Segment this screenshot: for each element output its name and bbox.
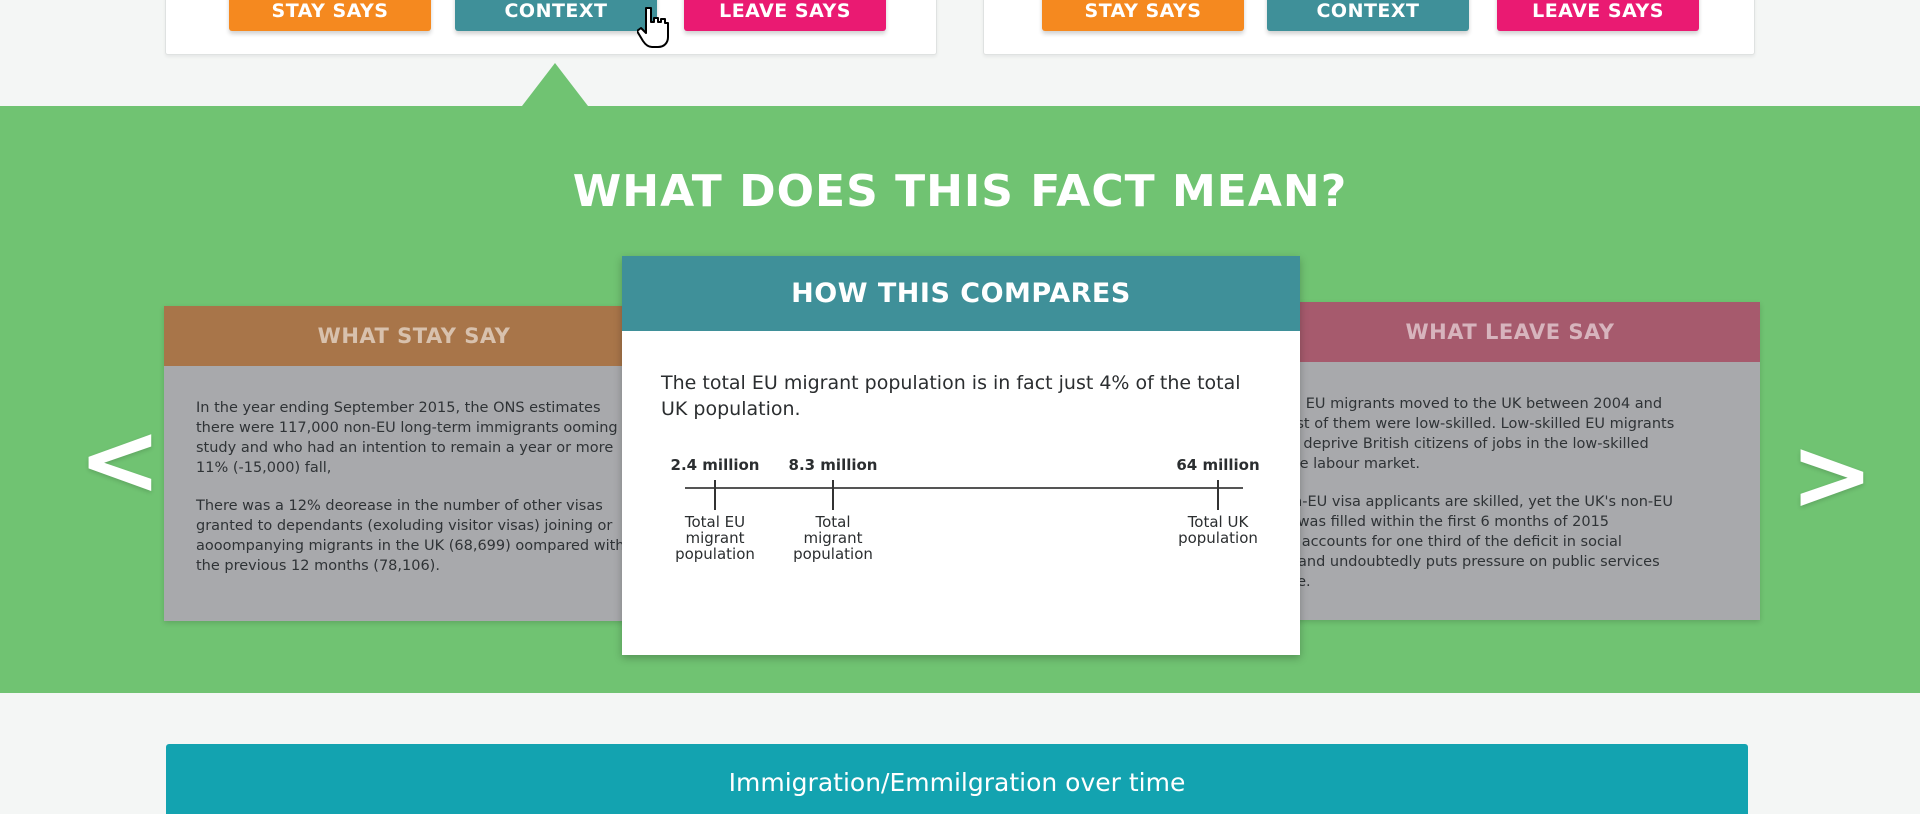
timeline-tick-total-migrant — [832, 480, 834, 510]
top-card-right: STAY SAYS CONTEXT LEAVE SAYS — [983, 0, 1755, 55]
immigration-over-time-title: Immigration/Emmilgration over time — [728, 768, 1186, 797]
timeline-value-total-migrant: 8.3 million — [788, 456, 878, 474]
timeline-axis — [685, 487, 1243, 489]
stay-paragraph-2: There was a 12% deorease in the number o… — [196, 498, 625, 574]
stay-card-body: In the year ending September 2015, the O… — [164, 366, 664, 576]
timeline-label-uk: Total UK population — [1178, 513, 1258, 547]
stay-says-button[interactable]: STAY SAYS — [229, 0, 431, 31]
timeline-tick-uk — [1217, 480, 1219, 510]
stay-card-title: WHAT STAY SAY — [164, 306, 664, 366]
timeline-value-uk: 64 million — [1176, 456, 1260, 474]
stay-says-button[interactable]: STAY SAYS — [1042, 0, 1244, 31]
timeline-tick-eu — [714, 480, 716, 510]
context-button[interactable]: CONTEXT — [1267, 0, 1469, 31]
compare-card-title: HOW THIS COMPARES — [622, 256, 1300, 331]
leave-paragraph-1: lion EU migrants moved to the UK between… — [1275, 396, 1675, 472]
stay-card[interactable]: WHAT STAY SAY In the year ending Septemb… — [164, 306, 664, 621]
stay-paragraph-1: In the year ending September 2015, the O… — [196, 400, 618, 476]
population-timeline: 2.4 million Total EU migrant population … — [622, 456, 1300, 596]
immigration-over-time-panel: Immigration/Emmilgration over time — [166, 744, 1748, 814]
carousel-prev-arrow-icon[interactable]: < — [78, 410, 162, 510]
timeline-value-eu: 2.4 million — [670, 456, 760, 474]
top-card-left: STAY SAYS CONTEXT LEAVE SAYS — [165, 0, 937, 55]
leave-paragraph-2: non-EU visa applicants are skilled, yet … — [1275, 494, 1673, 590]
timeline-label-total-migrant: Total migrant population — [793, 513, 873, 563]
how-this-compares-card: HOW THIS COMPARES The total EU migrant p… — [622, 256, 1300, 655]
leave-says-button[interactable]: LEAVE SAYS — [684, 0, 886, 31]
hand-pointer-icon — [637, 7, 669, 48]
carousel-next-arrow-icon[interactable]: > — [1790, 425, 1874, 525]
context-button[interactable]: CONTEXT — [455, 0, 657, 31]
leave-says-button[interactable]: LEAVE SAYS — [1497, 0, 1699, 31]
section-title: WHAT DOES THIS FACT MEAN? — [572, 166, 1348, 217]
section-pointer — [522, 63, 588, 106]
leave-card[interactable]: WHAT LEAVE SAY lion EU migrants moved to… — [1260, 302, 1760, 620]
timeline-label-eu: Total EU migrant population — [675, 513, 755, 563]
compare-card-text: The total EU migrant population is in fa… — [661, 372, 1241, 420]
leave-card-body: lion EU migrants moved to the UK between… — [1275, 362, 1760, 592]
leave-card-title: WHAT LEAVE SAY — [1260, 302, 1760, 362]
